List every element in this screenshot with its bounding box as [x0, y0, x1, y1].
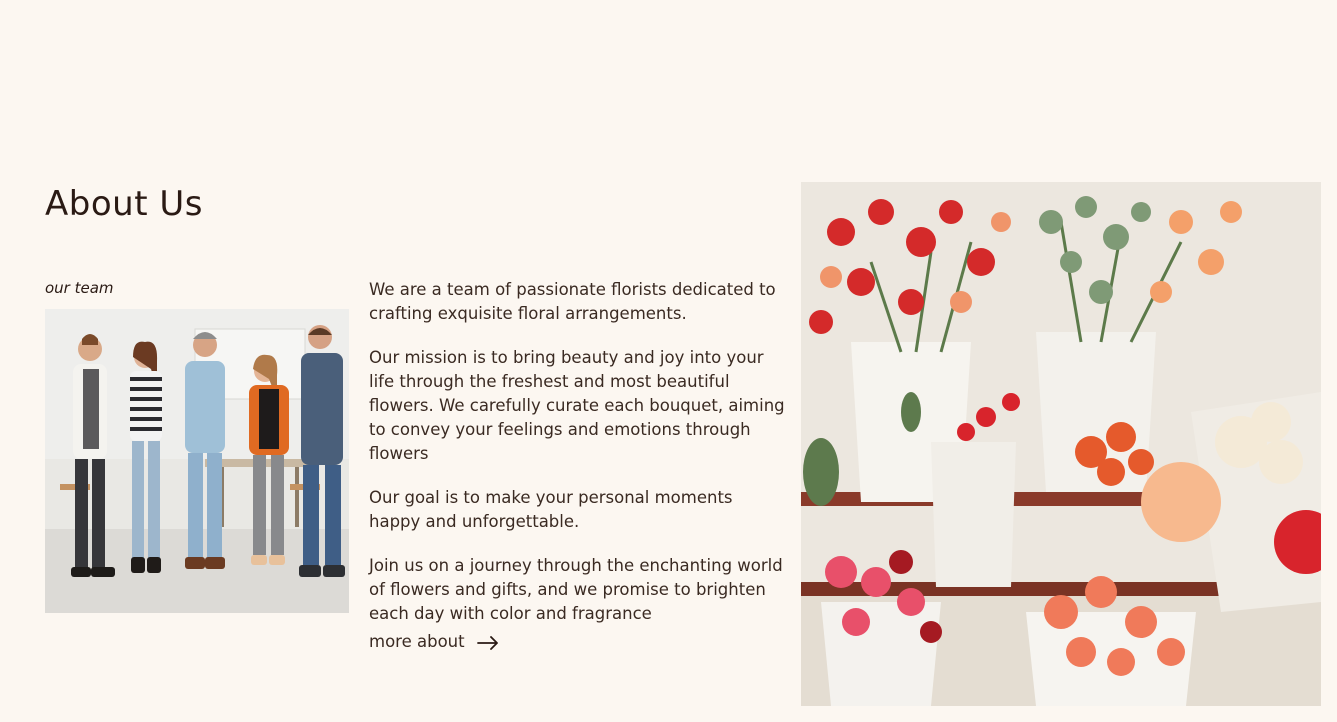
- about-paragraph: Our mission is to bring beauty and joy i…: [369, 348, 785, 463]
- arrow-right-icon: [476, 635, 499, 650]
- team-photo: [45, 309, 349, 613]
- about-paragraph: We are a team of passionate florists ded…: [369, 280, 776, 323]
- team-caption: our team: [45, 279, 114, 297]
- about-paragraph: Our goal is to make your personal moment…: [369, 488, 733, 531]
- more-about-link[interactable]: more about: [369, 632, 499, 651]
- flowers-photo: [801, 182, 1321, 706]
- more-about-label: more about: [369, 632, 465, 651]
- about-paragraph: Join us on a journey through the enchant…: [369, 556, 783, 623]
- section-title: About Us: [45, 184, 203, 224]
- about-text: We are a team of passionate florists ded…: [369, 278, 787, 646]
